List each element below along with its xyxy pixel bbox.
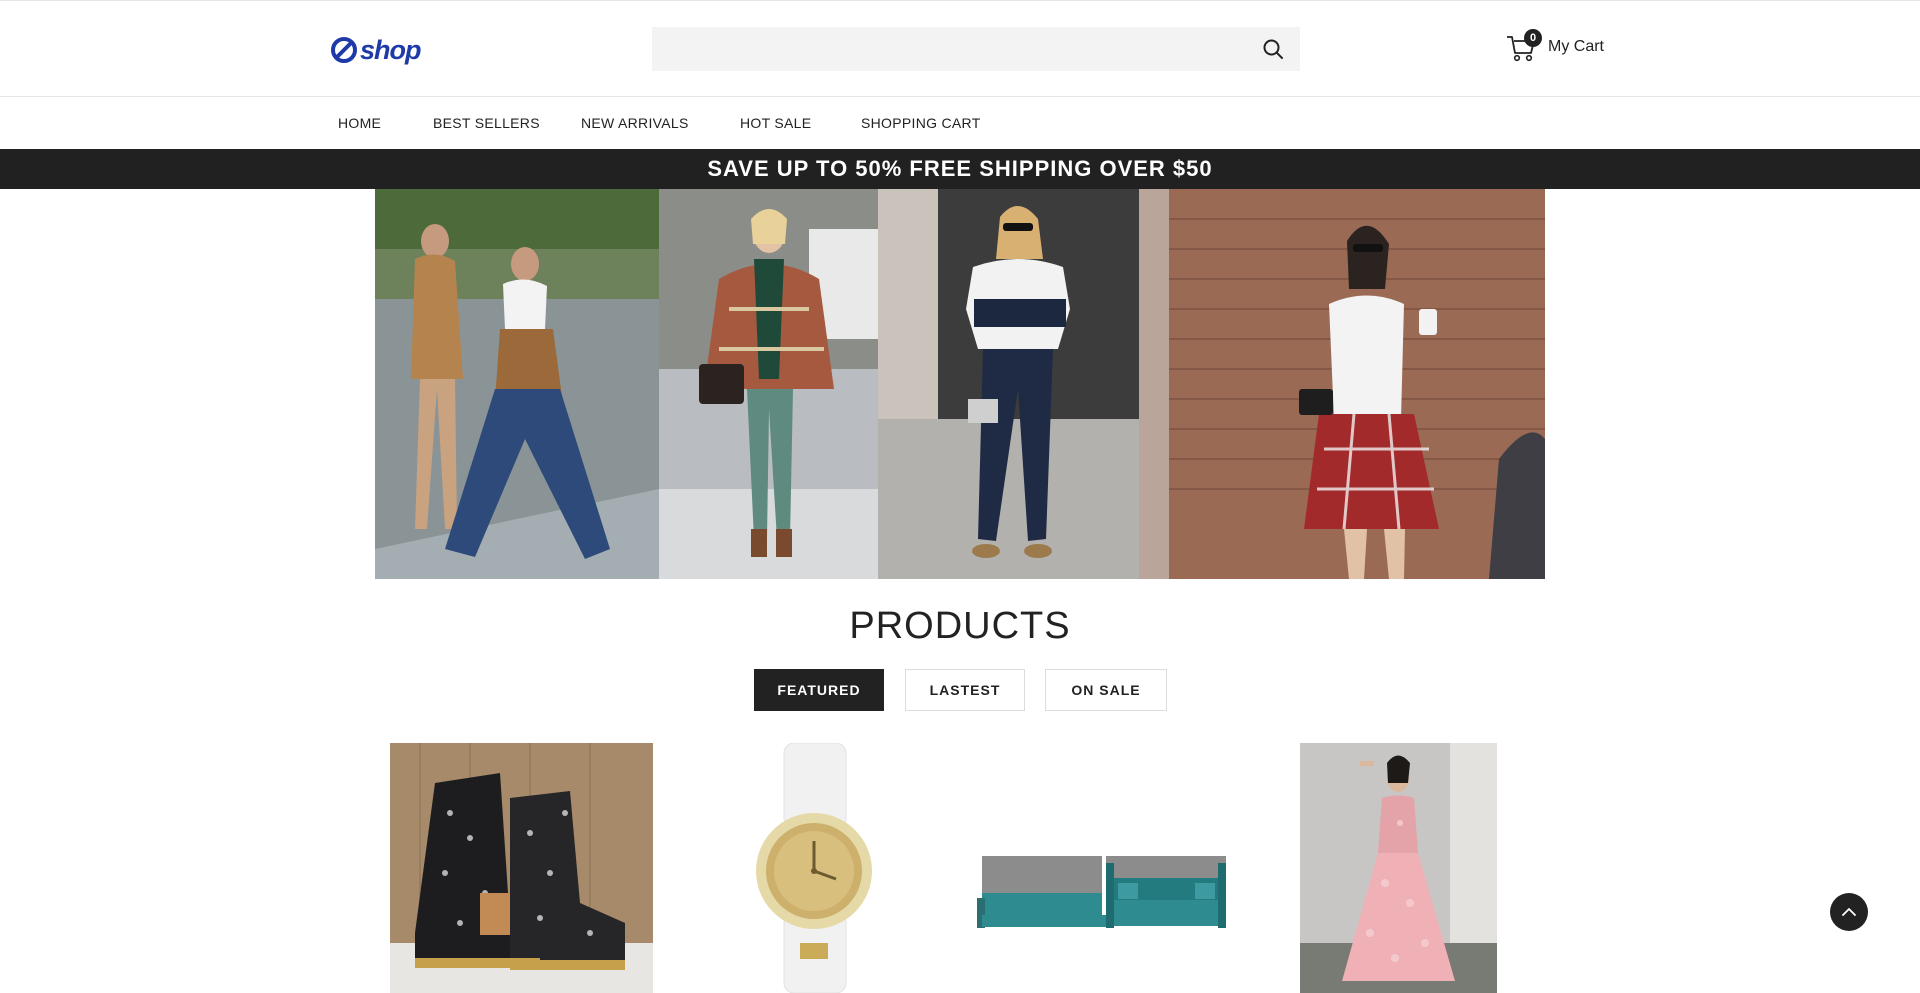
tab-lastest[interactable]: LASTEST xyxy=(905,669,1025,711)
search-bar xyxy=(652,27,1300,71)
nav-item-new-arrivals[interactable]: NEW ARRIVALS xyxy=(581,97,689,149)
product-card-dress[interactable] xyxy=(1300,743,1497,993)
hero-banner[interactable] xyxy=(375,189,1545,579)
back-to-top-button[interactable] xyxy=(1830,893,1868,931)
search-icon[interactable] xyxy=(1262,38,1284,60)
hero-image-3 xyxy=(878,189,1139,579)
nav-item-hot-sale[interactable]: HOT SALE xyxy=(740,97,811,149)
cart-button[interactable]: 0 My Cart xyxy=(1506,29,1604,65)
tab-on-sale[interactable]: ON SALE xyxy=(1045,669,1167,711)
logo-text: shop xyxy=(360,35,421,65)
promo-text: SAVE UP TO 50% FREE SHIPPING OVER $50 xyxy=(707,156,1213,181)
logo-mark-icon xyxy=(331,37,357,63)
main-nav: HOME BEST SELLERS NEW ARRIVALS HOT SALE … xyxy=(0,97,1920,149)
product-tabs: FEATURED LASTEST ON SALE xyxy=(0,669,1920,711)
hero-image-4 xyxy=(1139,189,1545,579)
site-logo[interactable]: shop xyxy=(330,35,421,65)
product-image xyxy=(1300,743,1497,993)
nav-item-shopping-cart[interactable]: SHOPPING CART xyxy=(861,97,981,149)
product-card-watch[interactable] xyxy=(726,743,902,993)
cart-count-badge: 0 xyxy=(1524,29,1542,47)
cart-label: My Cart xyxy=(1548,38,1604,55)
nav-item-home[interactable]: HOME xyxy=(338,97,381,149)
chevron-up-icon xyxy=(1842,908,1856,916)
product-card-boots[interactable] xyxy=(390,743,653,993)
promo-banner: SAVE UP TO 50% FREE SHIPPING OVER $50 xyxy=(0,149,1920,189)
product-image xyxy=(390,743,653,993)
cart-icon-wrap: 0 xyxy=(1506,29,1542,63)
product-card-sofa-bed[interactable] xyxy=(965,743,1255,993)
product-image xyxy=(726,743,902,993)
nav-item-best-sellers[interactable]: BEST SELLERS xyxy=(433,97,540,149)
hero-image-2 xyxy=(659,189,878,579)
hero-image-1 xyxy=(375,189,659,579)
product-image xyxy=(965,743,1255,993)
tab-featured[interactable]: FEATURED xyxy=(754,669,884,711)
products-title: PRODUCTS xyxy=(849,605,1071,647)
search-input[interactable] xyxy=(652,27,1260,71)
site-header: shop 0 My Cart xyxy=(0,1,1920,97)
